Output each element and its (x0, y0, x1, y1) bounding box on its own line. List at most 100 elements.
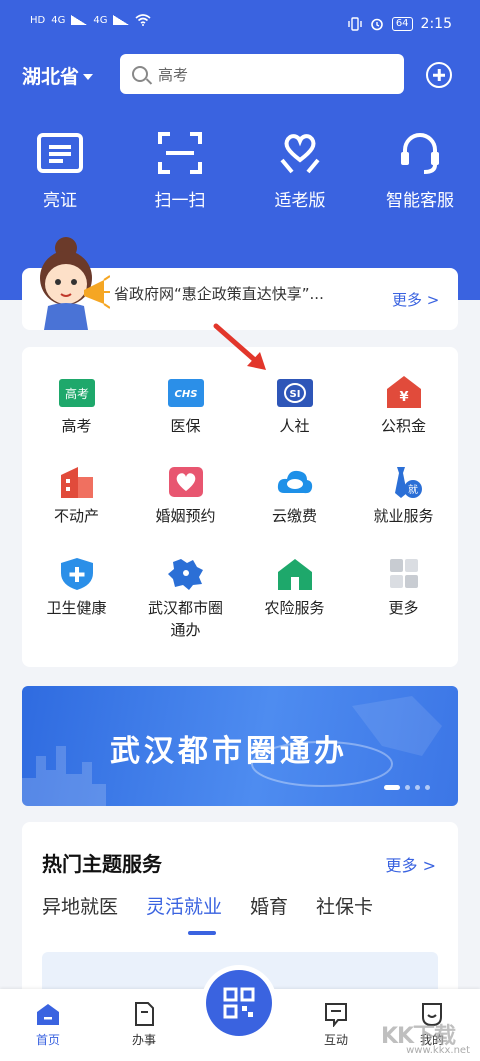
service-medical[interactable]: CHS 医保 (131, 375, 240, 437)
carousel-dot-active (384, 785, 400, 790)
nav-affairs[interactable]: 办事 (114, 1001, 174, 1048)
service-more[interactable]: 更多 (349, 557, 458, 619)
nav-interact[interactable]: 互动 (306, 1001, 366, 1048)
service-realestate[interactable]: 不动产 (22, 465, 131, 527)
service-employment[interactable]: 就 就业服务 (349, 465, 458, 527)
service-social[interactable]: SI 人社 (240, 375, 349, 437)
tab-remote-medical[interactable]: 异地就医 (42, 892, 118, 919)
farm-house-icon (277, 559, 312, 590)
status-indicators: HD 4G 4G (30, 14, 152, 26)
service-fund[interactable]: ¥ 公积金 (349, 375, 458, 437)
service-label: 婚姻预约 (155, 507, 216, 525)
watermark-url: www.kkx.net (406, 1045, 470, 1056)
nav-label: 办事 (131, 1033, 156, 1047)
province-selector[interactable]: 湖北省 (22, 62, 94, 89)
network-badge: 4G (51, 14, 66, 26)
notice-text[interactable]: 省政府网“惠企政策直达快享”... (114, 283, 368, 304)
hot-topics-title: 热门主题服务 (42, 852, 162, 876)
services-grid: 高考 高考 CHS 医保 SI 人社 ¥ 公积金 不动产 婚姻预约 云缴费 就 … (22, 347, 458, 667)
caret-down-icon (83, 74, 94, 80)
tab-marriage-birth[interactable]: 婚育 (250, 892, 288, 919)
service-label: 医保 (170, 417, 201, 435)
clock-time: 2:15 (420, 16, 452, 32)
quick-action-label: 亮证 (43, 191, 77, 211)
alarm-icon (371, 18, 383, 31)
health-shield-icon (60, 558, 93, 590)
hd-badge: HD (30, 14, 46, 26)
nav-label: 互动 (323, 1033, 348, 1047)
status-right: 64 2:15 (348, 16, 452, 32)
service-label: 高考 (61, 417, 92, 435)
hot-topics-tabs: 异地就医 灵活就业 婚育 社保卡 (42, 892, 373, 919)
service-label: 武汉都市圈 通办 (147, 599, 223, 639)
add-circle-button[interactable] (426, 62, 452, 88)
service-agri[interactable]: 农险服务 (240, 557, 349, 619)
status-bar: HD 4G 4G 64 2:15 (0, 0, 480, 48)
service-label: 卫生健康 (46, 599, 107, 617)
service-wuhan[interactable]: 武汉都市圈 通办 (131, 557, 240, 641)
quick-action-label: 智能客服 (386, 191, 454, 211)
wifi-icon (135, 14, 152, 26)
id-card-icon (37, 133, 83, 173)
vibrate-icon (348, 17, 362, 31)
cloud-payment-icon (277, 470, 312, 494)
employment-icon: 就 (394, 467, 422, 498)
banner-title: 武汉都市圈通办 (110, 734, 348, 769)
wuhan-map-icon (167, 559, 203, 590)
active-tab-indicator (188, 931, 216, 935)
elder-heart-icon (280, 134, 320, 174)
svg-text:CHS: CHS (174, 389, 197, 400)
quick-action-label: 适老版 (274, 191, 326, 211)
quick-action-service[interactable]: 智能客服 (360, 130, 480, 220)
network-badge-2: 4G (93, 14, 108, 26)
hot-topics-more-link[interactable]: 更多 > (386, 852, 437, 876)
quick-action-elder[interactable]: 适老版 (240, 130, 360, 220)
headset-icon (401, 133, 439, 174)
service-label: 更多 (388, 599, 419, 617)
service-label: 农险服务 (264, 599, 325, 617)
qr-scan-fab-button[interactable] (206, 970, 272, 1036)
tab-social-card[interactable]: 社保卡 (316, 892, 373, 919)
nav-label: 首页 (35, 1033, 60, 1047)
notice-more-link[interactable]: 更多 > (392, 289, 439, 310)
service-label: 人社 (279, 417, 310, 435)
service-cloudpay[interactable]: 云缴费 (240, 465, 349, 527)
qr-code-icon (223, 987, 255, 1019)
svg-text:SI: SI (289, 389, 300, 400)
search-icon (132, 66, 148, 82)
search-placeholder: 高考 (158, 65, 189, 84)
housing-fund-icon: ¥ (386, 376, 421, 408)
more-grid-icon (389, 559, 418, 588)
quick-action-scan[interactable]: 扫一扫 (120, 130, 240, 220)
service-health[interactable]: 卫生健康 (22, 557, 131, 619)
mascot-girl-icon (40, 237, 110, 330)
carousel-dot (405, 785, 410, 790)
quick-actions: 亮证 扫一扫 适老版 智能客服 (0, 130, 480, 220)
top-bar: 湖北省 高考 (0, 52, 480, 96)
tab-flexible-employment[interactable]: 灵活就业 (146, 892, 222, 919)
service-label: 就业服务 (373, 507, 434, 525)
carousel-dot (415, 785, 420, 790)
chat-icon (325, 1003, 347, 1027)
medical-insurance-icon: CHS (167, 379, 204, 407)
quick-action-label: 扫一扫 (154, 191, 206, 211)
home-icon (37, 1004, 59, 1025)
document-icon (135, 1002, 154, 1026)
wuhan-banner[interactable]: 武汉都市圈通办 (22, 686, 458, 806)
nav-home[interactable]: 首页 (18, 1001, 78, 1048)
social-security-icon: SI (276, 379, 313, 407)
battery-indicator: 64 (391, 17, 413, 31)
svg-text:¥: ¥ (399, 390, 408, 405)
quick-action-liangzheng[interactable]: 亮证 (0, 130, 120, 220)
real-estate-icon (60, 467, 93, 498)
service-gaokao[interactable]: 高考 高考 (22, 375, 131, 437)
carousel-dot (425, 785, 430, 790)
signal-icon (71, 15, 88, 25)
service-label: 不动产 (53, 507, 99, 525)
province-label: 湖北省 (22, 66, 80, 88)
svg-text:高考: 高考 (64, 386, 88, 401)
watermark: KK下载 www.kkx.net (360, 1010, 476, 1058)
signal-icon-2 (113, 15, 130, 25)
service-marriage[interactable]: 婚姻预约 (131, 465, 240, 527)
search-input[interactable]: 高考 (120, 54, 404, 94)
